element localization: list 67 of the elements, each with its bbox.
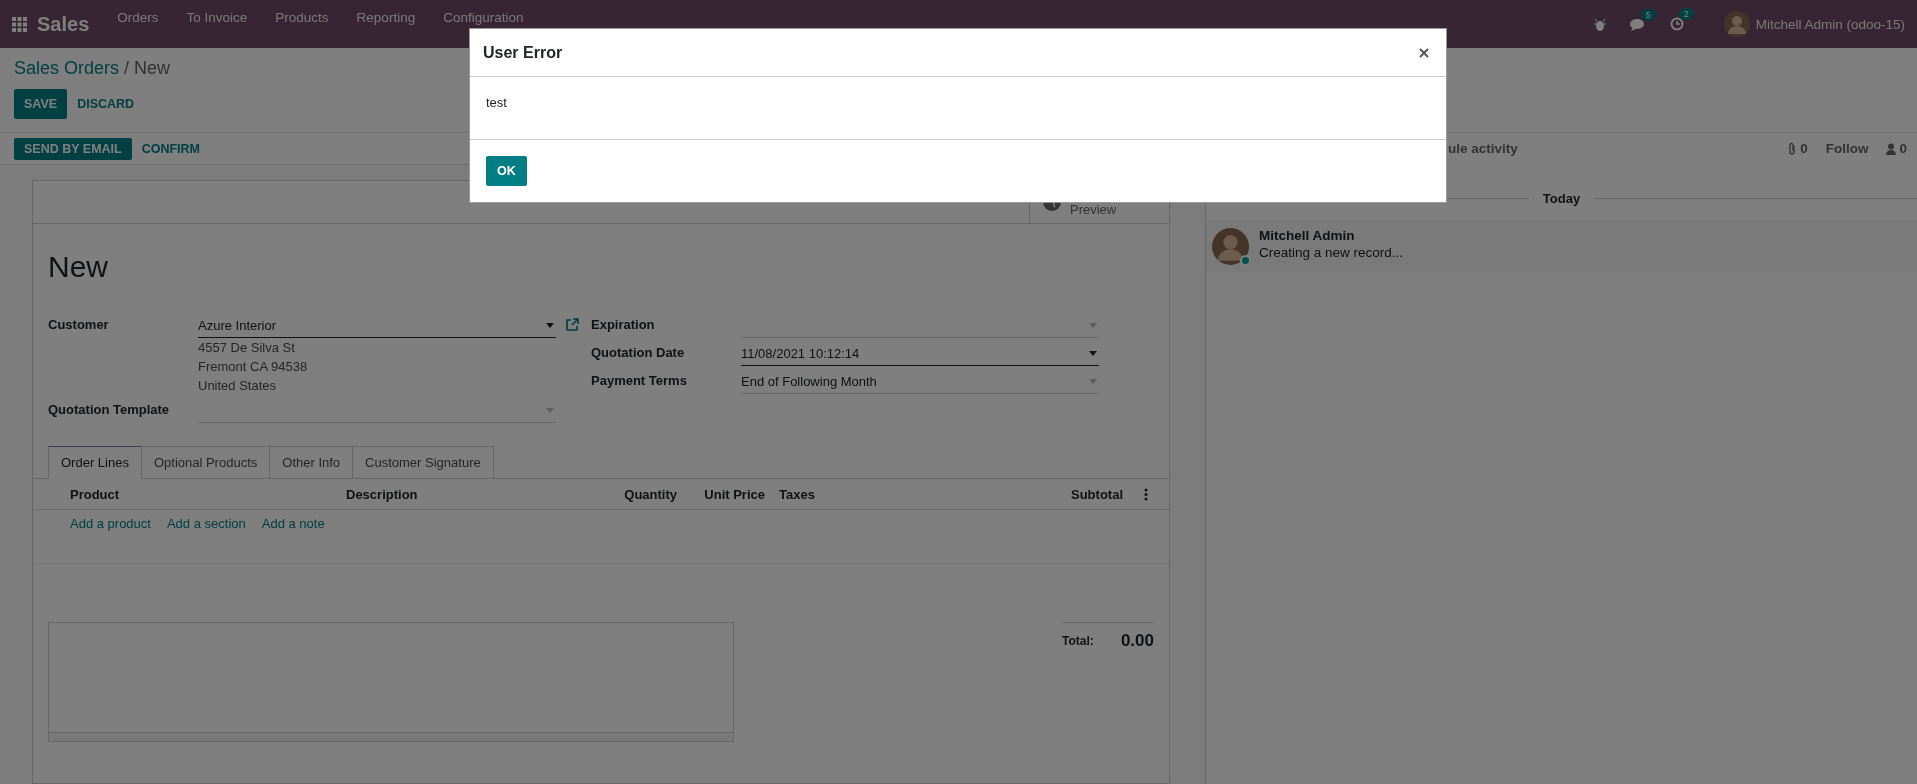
form-tab[interactable]: Customer Signature xyxy=(352,446,494,479)
caret-icon xyxy=(546,408,554,413)
external-link-icon[interactable] xyxy=(566,318,579,331)
paperclip-icon xyxy=(1787,142,1798,155)
menu-item[interactable]: Orders xyxy=(103,10,173,25)
breadcrumb-separator: / xyxy=(124,58,130,79)
breadcrumb-current: New xyxy=(134,58,171,79)
clock-icon[interactable] xyxy=(1669,17,1684,31)
form-tab[interactable]: Order Lines xyxy=(48,446,142,479)
kebab-menu-icon[interactable] xyxy=(1144,487,1148,501)
ok-button[interactable]: OK xyxy=(486,156,527,186)
column-header[interactable]: Quantity xyxy=(602,486,677,502)
breadcrumb-link[interactable]: Sales Orders xyxy=(14,58,120,79)
column-header[interactable]: Taxes xyxy=(765,486,1023,502)
message-body: Creating a new record... xyxy=(1259,245,1404,260)
caret-icon xyxy=(1089,351,1097,356)
attachments-button[interactable]: 0 xyxy=(1787,141,1808,156)
person-icon xyxy=(1886,142,1897,155)
message-count-badge: 5 xyxy=(1640,8,1656,21)
apps-grid-icon[interactable] xyxy=(12,16,27,32)
form-tab[interactable]: Optional Products xyxy=(140,446,271,479)
send-email-button[interactable]: SEND BY EMAIL xyxy=(14,137,132,160)
discard-button[interactable]: DISCARD xyxy=(67,89,145,119)
column-header[interactable]: Product xyxy=(70,486,332,502)
activity-count-badge: 2 xyxy=(1678,8,1694,20)
dialog-message: test xyxy=(486,95,507,110)
dropdown-field[interactable]: End of Following Month xyxy=(741,370,1099,394)
caret-icon xyxy=(1089,379,1097,384)
menu-item[interactable]: To Invoice xyxy=(172,10,262,25)
add-line-link[interactable]: Add a note xyxy=(261,516,325,532)
field-label: Quotation Date xyxy=(591,344,686,362)
user-avatar[interactable] xyxy=(1723,11,1750,37)
address-line: Fremont CA 94538 xyxy=(198,358,309,376)
record-title: New xyxy=(48,250,109,284)
menu-item[interactable]: Configuration xyxy=(429,10,538,25)
add-line-link[interactable]: Add a product xyxy=(70,516,151,532)
field-label: Customer xyxy=(48,316,110,334)
dialog-title: User Error xyxy=(483,43,563,62)
column-header[interactable]: Description xyxy=(332,486,602,502)
dropdown-field[interactable]: Azure Interior xyxy=(198,314,556,338)
save-button[interactable]: SAVE xyxy=(14,89,68,119)
field-label: Expiration xyxy=(591,316,656,334)
notes-field[interactable] xyxy=(48,622,734,742)
menu-item[interactable]: Reporting xyxy=(342,10,430,25)
total-value: 0.00 xyxy=(1120,631,1154,651)
field-label: Quotation Template xyxy=(48,401,171,419)
close-button[interactable] xyxy=(1418,46,1430,59)
total-label: Total: xyxy=(1062,634,1094,648)
app-name[interactable]: Sales xyxy=(37,12,90,36)
caret-icon xyxy=(546,323,554,328)
message-author: Mitchell Admin xyxy=(1259,228,1356,243)
add-line-link[interactable]: Add a section xyxy=(166,516,246,532)
date-separator: Today xyxy=(1542,191,1581,206)
user-name[interactable]: Mitchell Admin (odoo-15) xyxy=(1755,16,1905,32)
caret-icon xyxy=(1089,323,1097,328)
dropdown-field[interactable]: 11/08/2021 10:12:14 xyxy=(741,342,1099,366)
follow-button[interactable]: Follow xyxy=(1825,141,1869,156)
schedule-activity-button[interactable]: ule activity xyxy=(1448,141,1518,156)
author-avatar xyxy=(1212,228,1249,265)
followers-button[interactable]: 0 xyxy=(1886,141,1907,156)
column-header[interactable]: Subtotal xyxy=(1023,486,1123,502)
chat-icon[interactable] xyxy=(1629,17,1646,31)
menu-item[interactable]: Products xyxy=(261,10,343,25)
column-header[interactable]: Unit Price xyxy=(677,486,765,502)
bug-icon[interactable] xyxy=(1593,17,1606,31)
field-label: Payment Terms xyxy=(591,372,688,390)
confirm-button[interactable]: CONFIRM xyxy=(131,137,211,160)
